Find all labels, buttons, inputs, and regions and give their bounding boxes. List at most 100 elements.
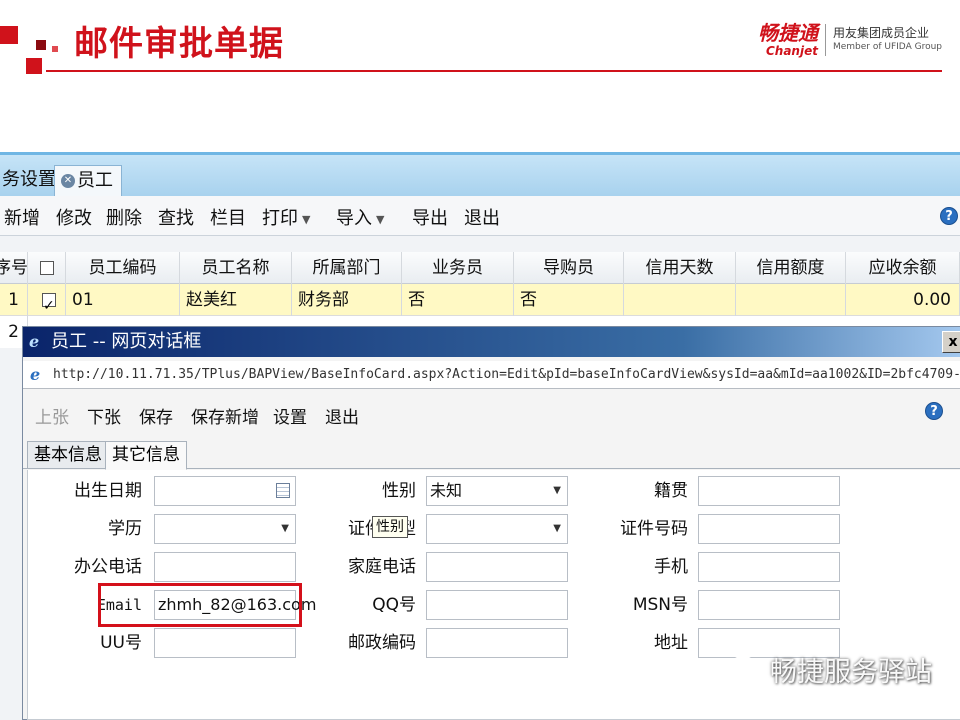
import-label: 导入 bbox=[336, 208, 372, 229]
find-button[interactable]: 查找 bbox=[158, 204, 194, 230]
close-icon[interactable]: ✕ bbox=[61, 174, 75, 188]
columns-button[interactable]: 栏目 bbox=[210, 204, 246, 230]
watermark: 畅捷服务驿站 bbox=[728, 650, 932, 689]
calendar-icon[interactable] bbox=[276, 483, 290, 498]
wechat-icon bbox=[729, 655, 763, 683]
id-type-select[interactable]: ▼ bbox=[426, 514, 568, 544]
brand-separator bbox=[824, 24, 826, 56]
mobile-field[interactable] bbox=[698, 552, 840, 582]
help-icon[interactable]: ? bbox=[925, 402, 943, 420]
tab-employee-label: 员工 bbox=[77, 170, 113, 191]
ie-icon: e bbox=[29, 332, 40, 351]
select-all-checkbox[interactable] bbox=[39, 261, 54, 275]
education-label: 学历 bbox=[108, 519, 142, 539]
help-icon[interactable]: ? bbox=[940, 207, 958, 225]
dialog-tabs: 基本信息 其它信息 bbox=[23, 439, 960, 470]
app-window: 务设置 ✕员工 新增 修改 删除 查找 栏目 打印 ▼ 导入 ▼ 导出 退出 ? 序… bbox=[0, 152, 960, 720]
uu-label: UU号 bbox=[100, 633, 142, 653]
qq-field[interactable] bbox=[426, 590, 568, 620]
tab-other-info[interactable]: 其它信息 bbox=[105, 441, 187, 470]
delete-button[interactable]: 删除 bbox=[106, 204, 142, 230]
col-header-receivable[interactable]: 应收余额 bbox=[846, 252, 960, 284]
decoration-square bbox=[0, 26, 18, 44]
chevron-down-icon: ▼ bbox=[302, 212, 311, 226]
cell-receivable: 0.00 bbox=[846, 284, 960, 316]
import-button[interactable]: 导入 ▼ bbox=[336, 204, 384, 230]
col-header-code[interactable]: 员工编码 bbox=[66, 252, 180, 284]
cell-name: 赵美红 bbox=[180, 284, 292, 316]
col-header-select[interactable] bbox=[28, 252, 66, 284]
uu-field[interactable] bbox=[154, 628, 296, 658]
col-header-credit-days[interactable]: 信用天数 bbox=[624, 252, 736, 284]
col-header-no[interactable]: 序号 bbox=[0, 252, 28, 284]
print-button[interactable]: 打印 ▼ bbox=[262, 204, 310, 230]
tab-settings[interactable]: 务设置 bbox=[0, 165, 62, 197]
cell-code: 01 bbox=[66, 284, 180, 316]
export-button[interactable]: 导出 bbox=[412, 204, 448, 230]
col-header-guide[interactable]: 导购员 bbox=[514, 252, 624, 284]
brand-name-cn: 畅捷通 bbox=[757, 21, 818, 45]
id-number-label: 证件号码 bbox=[620, 519, 688, 539]
email-highlight-box bbox=[98, 583, 302, 627]
brand-tagline-en: Member of UFIDA Group bbox=[832, 41, 942, 52]
tab-employee[interactable]: ✕ 员工 bbox=[54, 165, 122, 197]
previous-button[interactable]: 上张 bbox=[35, 403, 69, 428]
native-place-field[interactable] bbox=[698, 476, 840, 506]
save-and-new-button[interactable]: 保存新增 bbox=[191, 403, 259, 428]
gender-tooltip: 性别 bbox=[372, 516, 408, 538]
home-phone-field[interactable] bbox=[426, 552, 568, 582]
new-button[interactable]: 新增 bbox=[4, 204, 40, 230]
dialog-title-bar: e 员工 -- 网页对话框 bbox=[23, 327, 960, 357]
postcode-label: 邮政编码 bbox=[348, 633, 416, 653]
col-header-salesman[interactable]: 业务员 bbox=[402, 252, 514, 284]
col-header-credit-limit[interactable]: 信用额度 bbox=[736, 252, 846, 284]
cell-credit-limit bbox=[736, 284, 846, 316]
decoration-square bbox=[52, 46, 58, 52]
gender-label: 性别 bbox=[382, 481, 416, 501]
decoration-square bbox=[26, 58, 42, 74]
cell-dept: 财务部 bbox=[292, 284, 402, 316]
qq-label: QQ号 bbox=[372, 595, 416, 615]
row-checkbox[interactable] bbox=[42, 290, 56, 316]
save-button[interactable]: 保存 bbox=[139, 403, 173, 428]
brand-tagline-cn: 用友集团成员企业 bbox=[832, 26, 929, 41]
office-phone-field[interactable] bbox=[154, 552, 296, 582]
tab-basic-info[interactable]: 基本信息 bbox=[27, 441, 109, 469]
next-button[interactable]: 下张 bbox=[87, 403, 121, 428]
msn-field[interactable] bbox=[698, 590, 840, 620]
table-row[interactable]: 1 01 赵美红 财务部 否 否 0.00 bbox=[0, 284, 960, 316]
birthdate-field[interactable] bbox=[154, 476, 296, 506]
chevron-down-icon: ▼ bbox=[553, 485, 561, 496]
address-bar: e http://10.11.71.35/TPlus/BAPView/BaseI… bbox=[23, 361, 960, 389]
cell-credit-days bbox=[624, 284, 736, 316]
edit-button[interactable]: 修改 bbox=[56, 204, 92, 230]
row-select[interactable] bbox=[28, 284, 66, 316]
print-label: 打印 bbox=[262, 208, 298, 229]
native-place-label: 籍贯 bbox=[654, 481, 688, 501]
settings-button[interactable]: 设置 bbox=[273, 403, 307, 428]
brand-name-en: Chanjet bbox=[765, 44, 818, 58]
dialog-toolbar: 上张 下张 保存 保存新增 设置 退出 ? bbox=[23, 393, 960, 433]
ie-icon: e bbox=[30, 365, 41, 384]
exit-button[interactable]: 退出 bbox=[464, 204, 500, 230]
gender-select[interactable]: 未知 ▼ bbox=[426, 476, 568, 506]
cell-guide: 否 bbox=[514, 284, 624, 316]
postcode-field[interactable] bbox=[426, 628, 568, 658]
home-phone-label: 家庭电话 bbox=[348, 557, 416, 577]
slide-title: 邮件审批单据 bbox=[74, 24, 284, 64]
education-select[interactable]: ▼ bbox=[154, 514, 296, 544]
chevron-down-icon: ▼ bbox=[376, 212, 385, 226]
address-label: 地址 bbox=[654, 633, 688, 653]
main-toolbar: 新增 修改 删除 查找 栏目 打印 ▼ 导入 ▼ 导出 退出 ? bbox=[0, 196, 960, 236]
dialog-close-button[interactable]: x bbox=[942, 331, 960, 353]
chevron-down-icon: ▼ bbox=[281, 523, 289, 534]
url-text: http://10.11.71.35/TPlus/BAPView/BaseInf… bbox=[53, 367, 960, 382]
decoration-square bbox=[36, 40, 46, 50]
cell-salesman: 否 bbox=[402, 284, 514, 316]
col-header-dept[interactable]: 所属部门 bbox=[292, 252, 402, 284]
id-number-field[interactable] bbox=[698, 514, 840, 544]
col-header-name[interactable]: 员工名称 bbox=[180, 252, 292, 284]
dialog-title: 员工 -- 网页对话框 bbox=[51, 331, 202, 352]
exit-button[interactable]: 退出 bbox=[325, 403, 359, 428]
title-underline bbox=[46, 70, 942, 72]
